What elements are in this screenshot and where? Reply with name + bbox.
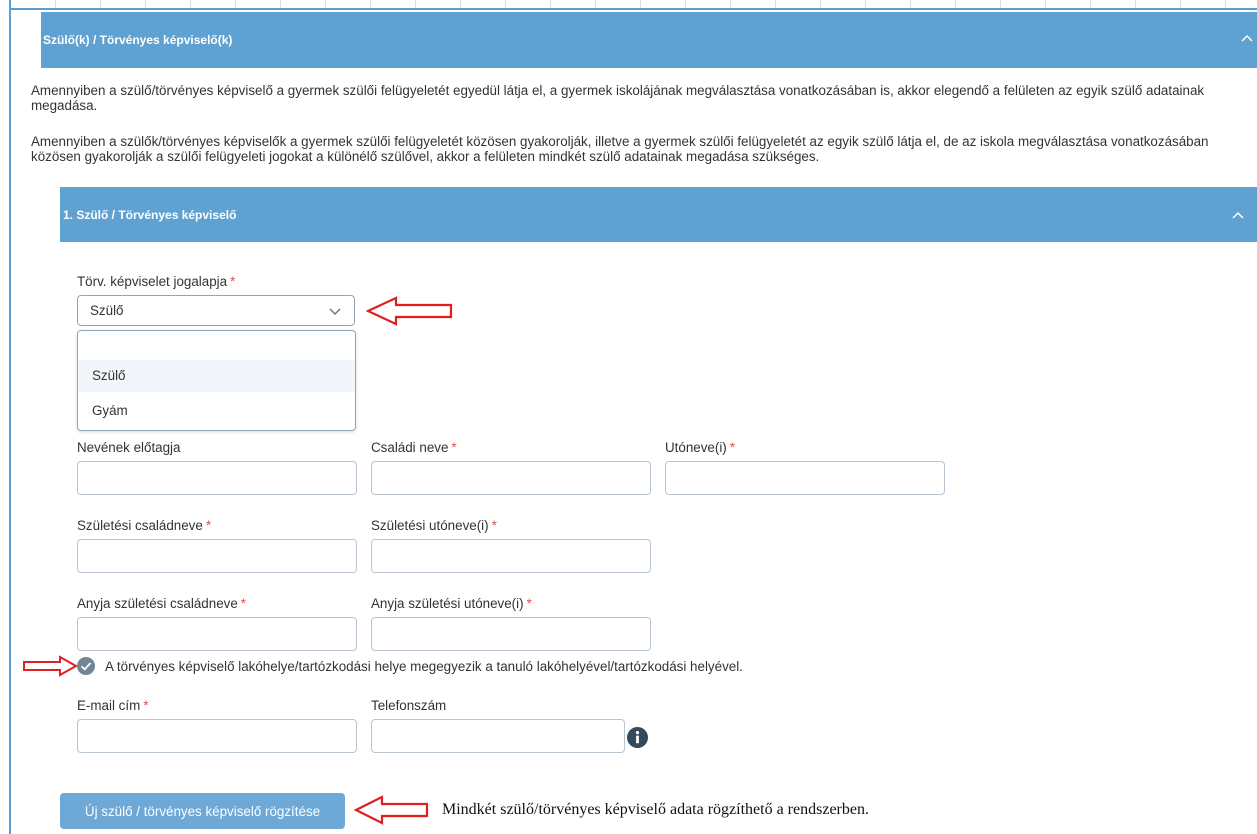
birth-family-name-label: Születési családneve * bbox=[77, 518, 212, 533]
given-name-input[interactable] bbox=[665, 461, 945, 495]
dropdown-option-empty[interactable] bbox=[78, 332, 355, 360]
phone-label: Telefonszám bbox=[371, 698, 447, 713]
annotation-note: Mindkét szülő/törvényes képviselő adata … bbox=[442, 801, 869, 818]
same-address-checkbox[interactable] bbox=[77, 657, 95, 675]
page-top-line bbox=[11, 8, 1257, 10]
page-top-border bbox=[11, 0, 1257, 8]
birth-given-name-label: Születési utóneve(i) * bbox=[371, 518, 497, 533]
add-parent-button[interactable]: Új szülő / törvényes képviselő rögzítése bbox=[60, 793, 345, 829]
parents-section-header[interactable]: Szülő(k) / Törvényes képviselő(k) bbox=[41, 12, 1257, 68]
mother-given-name-input[interactable] bbox=[371, 617, 651, 651]
same-address-checkbox-label[interactable]: A törvényes képviselő lakóhelye/tartózko… bbox=[105, 659, 743, 674]
family-name-input[interactable] bbox=[371, 461, 651, 495]
given-name-label: Utóneve(i) * bbox=[665, 440, 735, 455]
chevron-up-icon[interactable] bbox=[1230, 207, 1246, 223]
red-arrow-icon bbox=[23, 655, 78, 677]
red-arrow-icon bbox=[354, 795, 429, 825]
phone-input[interactable] bbox=[371, 719, 625, 753]
legal-basis-dropdown-list: Szülő Gyám bbox=[77, 330, 356, 431]
legal-basis-label: Törv. képviselet jogalapja * bbox=[77, 274, 236, 289]
name-prefix-label: Nevének előtagja bbox=[77, 440, 181, 455]
dropdown-option-guardian[interactable]: Gyám bbox=[78, 395, 355, 427]
email-label: E-mail cím * bbox=[77, 698, 149, 713]
family-name-label: Családi neve * bbox=[371, 440, 457, 455]
info-paragraph-single-parent: Amennyiben a szülő/törvényes képviselő a… bbox=[31, 83, 1205, 113]
dropdown-option-parent[interactable]: Szülő bbox=[78, 360, 355, 392]
parent-1-section-title: 1. Szülő / Törvényes képviselő bbox=[63, 207, 237, 222]
parent-1-section-header[interactable]: 1. Szülő / Törvényes képviselő bbox=[60, 187, 1257, 242]
mother-given-name-label: Anyja születési utóneve(i) * bbox=[371, 596, 532, 611]
name-prefix-input[interactable] bbox=[77, 461, 357, 495]
mother-family-name-label: Anyja születési családneve * bbox=[77, 596, 246, 611]
chevron-up-icon[interactable] bbox=[1239, 30, 1255, 46]
info-icon[interactable] bbox=[627, 727, 648, 748]
legal-basis-select[interactable]: Szülő bbox=[77, 295, 355, 326]
mother-family-name-input[interactable] bbox=[77, 617, 357, 651]
email-input[interactable] bbox=[77, 719, 357, 753]
page-left-border bbox=[9, 0, 11, 834]
parents-section-title: Szülő(k) / Törvényes képviselő(k) bbox=[43, 33, 233, 47]
birth-given-name-input[interactable] bbox=[371, 539, 651, 573]
birth-family-name-input[interactable] bbox=[77, 539, 357, 573]
red-arrow-icon bbox=[366, 296, 453, 326]
info-paragraph-joint-custody: Amennyiben a szülők/törvényes képviselők… bbox=[31, 134, 1209, 164]
chevron-down-icon bbox=[329, 308, 341, 315]
legal-basis-selected-value: Szülő bbox=[90, 303, 124, 318]
